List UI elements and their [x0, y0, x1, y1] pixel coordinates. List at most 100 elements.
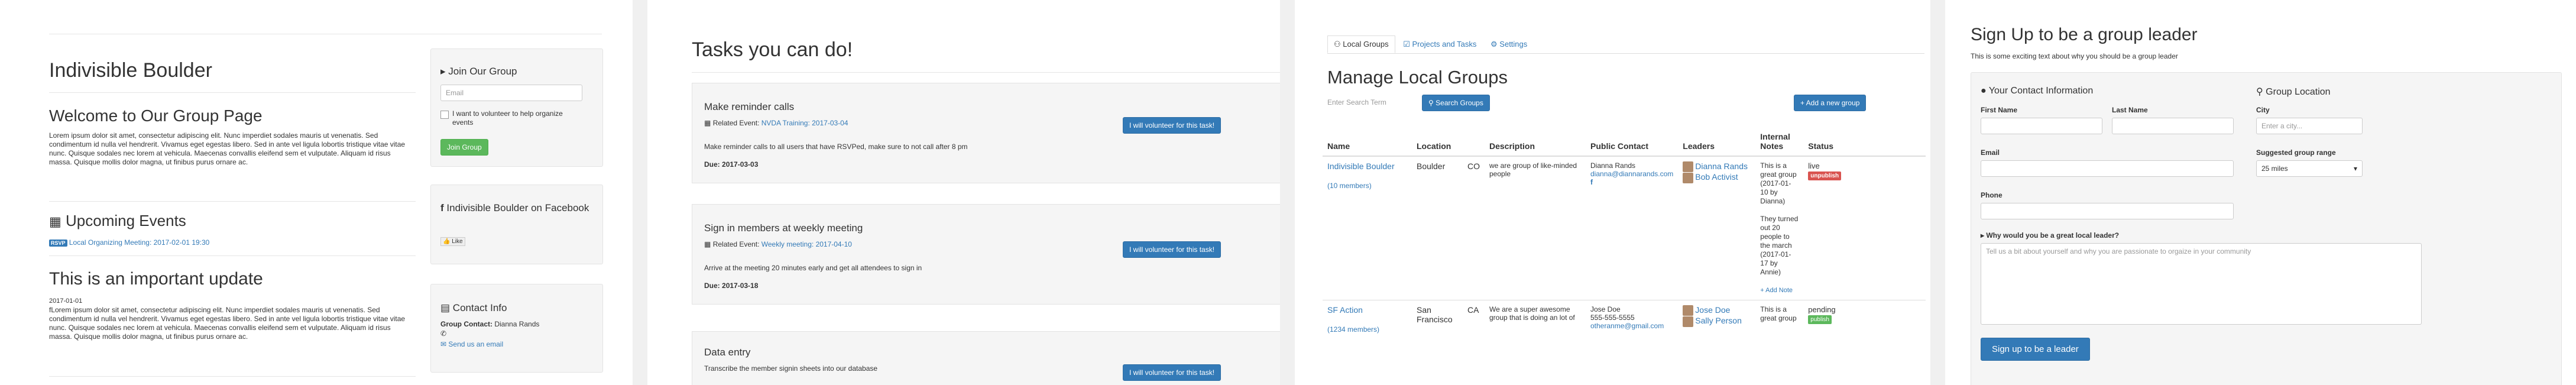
task-title: Sign in members at weekly meeting: [704, 222, 863, 234]
task-description: Transcribe the member signin sheets into…: [704, 364, 878, 373]
leader-link[interactable]: Bob Activist: [1695, 172, 1738, 182]
search-groups-button[interactable]: ⚲ Search Groups: [1422, 95, 1490, 111]
tab-local-groups[interactable]: ⚇ Local Groups: [1327, 35, 1395, 53]
divider: [49, 255, 416, 256]
task-due: Due: 2017-03-03: [704, 160, 758, 169]
add-group-button[interactable]: + Add a new group: [1794, 95, 1867, 111]
search-input[interactable]: Enter Search Term: [1327, 95, 1416, 111]
divider: [692, 72, 1280, 73]
group-name-link[interactable]: SF Action: [1327, 305, 1363, 315]
public-contact-cell: Dianna Rands dianna@diannarands.com f: [1586, 156, 1679, 300]
group-members-link[interactable]: (10 members): [1327, 182, 1372, 190]
facebook-like-label: Like: [452, 238, 463, 245]
rsvp-badge[interactable]: RSVP: [49, 240, 67, 247]
bullhorn-icon: ▸: [1981, 231, 1985, 240]
send-email-link[interactable]: ✉ Send us an email: [440, 340, 503, 348]
contact-email-link[interactable]: otheranme@gmail.com: [1590, 322, 1664, 330]
send-email-label: Send us an email: [448, 340, 504, 348]
welcome-body: Lorem ipsum dolor sit amet, consectetur …: [49, 131, 406, 166]
unpublish-button[interactable]: unpublish: [1808, 172, 1842, 180]
first-name-label: First Name: [1981, 106, 2018, 114]
tab-projects-and-tasks[interactable]: ☑ Projects and Tasks: [1397, 36, 1482, 53]
add-note-link[interactable]: + Add Note: [1760, 287, 1793, 294]
leader-signup-panel: Sign Up to be a group leader This is som…: [1945, 0, 2576, 385]
facebook-icon[interactable]: f: [1590, 178, 1593, 186]
why-textarea[interactable]: Tell us a bit about yourself and why you…: [1981, 243, 2422, 325]
column-header: Description: [1485, 127, 1586, 157]
volunteer-button[interactable]: I will volunteer for this task!: [1123, 364, 1221, 381]
contact-email-link[interactable]: dianna@diannarands.com: [1590, 170, 1673, 178]
contact-label: Group Contact:: [440, 320, 492, 328]
contact-name: Dianna Rands: [494, 320, 540, 328]
leader-link[interactable]: Jose Doe: [1695, 305, 1730, 315]
note-item: This is a great group: [1760, 305, 1797, 322]
notes-cell: This is a great group: [1755, 300, 1804, 338]
building-icon: ▤: [440, 302, 451, 313]
email-input[interactable]: [1981, 160, 2234, 177]
related-event-link[interactable]: Weekly meeting: 2017-04-10: [762, 240, 852, 248]
phone-input[interactable]: [1981, 203, 2234, 219]
group-name-cell: SF Action (1234 members): [1323, 300, 1412, 338]
city-input[interactable]: Enter a city...: [2256, 118, 2363, 134]
last-name-input[interactable]: [2112, 118, 2234, 134]
contact-info-title-row: ● Your Contact Information: [1981, 86, 2093, 96]
avatar: [1683, 305, 1694, 316]
event-link[interactable]: Local Organizing Meeting: 2017-02-01 19:…: [69, 238, 210, 247]
facebook-well: f Indivisible Boulder on Facebook 👍 Like: [430, 185, 603, 264]
task-title: Make reminder calls: [704, 101, 795, 112]
tab-label: Projects and Tasks: [1412, 40, 1477, 48]
org-title: Indivisible Boulder: [49, 59, 212, 82]
facebook-like-button[interactable]: 👍 Like: [440, 237, 465, 246]
group-name-cell: Indivisible Boulder (10 members): [1323, 156, 1412, 300]
column-header: Internal Notes: [1755, 127, 1804, 157]
contact-phone: 555-555-5555: [1590, 313, 1635, 322]
related-event-label: Related Event:: [712, 119, 760, 127]
calendar-icon: ▦: [704, 119, 711, 127]
group-page-panel: Indivisible Boulder Welcome to Our Group…: [0, 0, 633, 385]
city-label: City: [2256, 106, 2270, 114]
sign-up-button[interactable]: Sign up to be a leader: [1981, 338, 2090, 361]
contact-title: Contact Info: [452, 302, 507, 313]
range-select[interactable]: 25 miles ▾: [2256, 160, 2363, 177]
status-cell: live unpublish: [1803, 156, 1926, 300]
facebook-title-row: f Indivisible Boulder on Facebook: [440, 202, 594, 215]
volunteer-button[interactable]: I will volunteer for this task!: [1123, 241, 1221, 258]
contact-line: Group Contact: Dianna Rands: [440, 320, 539, 328]
events-heading: Upcoming Events: [66, 212, 186, 229]
envelope-icon: ✉: [440, 340, 447, 348]
task-card: Make reminder calls ▦ Related Event: NVD…: [692, 83, 1280, 183]
first-name-input[interactable]: [1981, 118, 2102, 134]
note-item: This is a great group (2017-01-10 by Dia…: [1760, 161, 1797, 205]
column-header: Status: [1803, 127, 1926, 157]
task-card: Sign in members at weekly meeting ▦ Rela…: [692, 204, 1280, 305]
notes-cell: This is a great group (2017-01-10 by Dia…: [1755, 156, 1804, 300]
leader-link[interactable]: Sally Person: [1695, 316, 1742, 325]
join-group-button[interactable]: Join Group: [440, 139, 488, 156]
task-description: Arrive at the meeting 20 minutes early a…: [704, 264, 922, 272]
calendar-icon: ▦: [704, 240, 711, 248]
tab-label: Local Groups: [1343, 40, 1389, 48]
join-title-row: ▸ Join Our Group: [440, 66, 517, 77]
update-heading: This is an important update: [49, 269, 263, 289]
search-groups-label: Search Groups: [1436, 99, 1483, 107]
column-header: Leaders: [1678, 127, 1756, 157]
group-members-link[interactable]: (1234 members): [1327, 325, 1379, 334]
signup-form-well: ● Your Contact Information ⚲ Group Locat…: [1971, 72, 2562, 385]
email-input[interactable]: Email: [440, 85, 582, 101]
volunteer-checkbox[interactable]: [440, 111, 449, 119]
due-label: Due:: [704, 160, 720, 169]
why-label: Why would you be a great local leader?: [1986, 231, 2120, 240]
tab-settings[interactable]: ⚙ Settings: [1485, 36, 1533, 53]
column-header: Location: [1412, 127, 1463, 157]
tasks-panel: Tasks you can do! Make reminder calls ▦ …: [647, 0, 1280, 385]
avatar: [1683, 172, 1694, 183]
city-cell: Boulder: [1412, 156, 1463, 300]
search-icon: ⚲: [1428, 99, 1434, 107]
group-name-link[interactable]: Indivisible Boulder: [1327, 161, 1395, 171]
volunteer-button[interactable]: I will volunteer for this task!: [1123, 117, 1221, 134]
leader-link[interactable]: Dianna Rands: [1695, 161, 1748, 171]
related-event-link[interactable]: NVDA Training: 2017-03-04: [762, 119, 848, 127]
contact-title-row: ▤ Contact Info: [440, 302, 507, 314]
related-event-row: ▦ Related Event: NVDA Training: 2017-03-…: [704, 119, 848, 127]
publish-button[interactable]: publish: [1808, 315, 1832, 324]
